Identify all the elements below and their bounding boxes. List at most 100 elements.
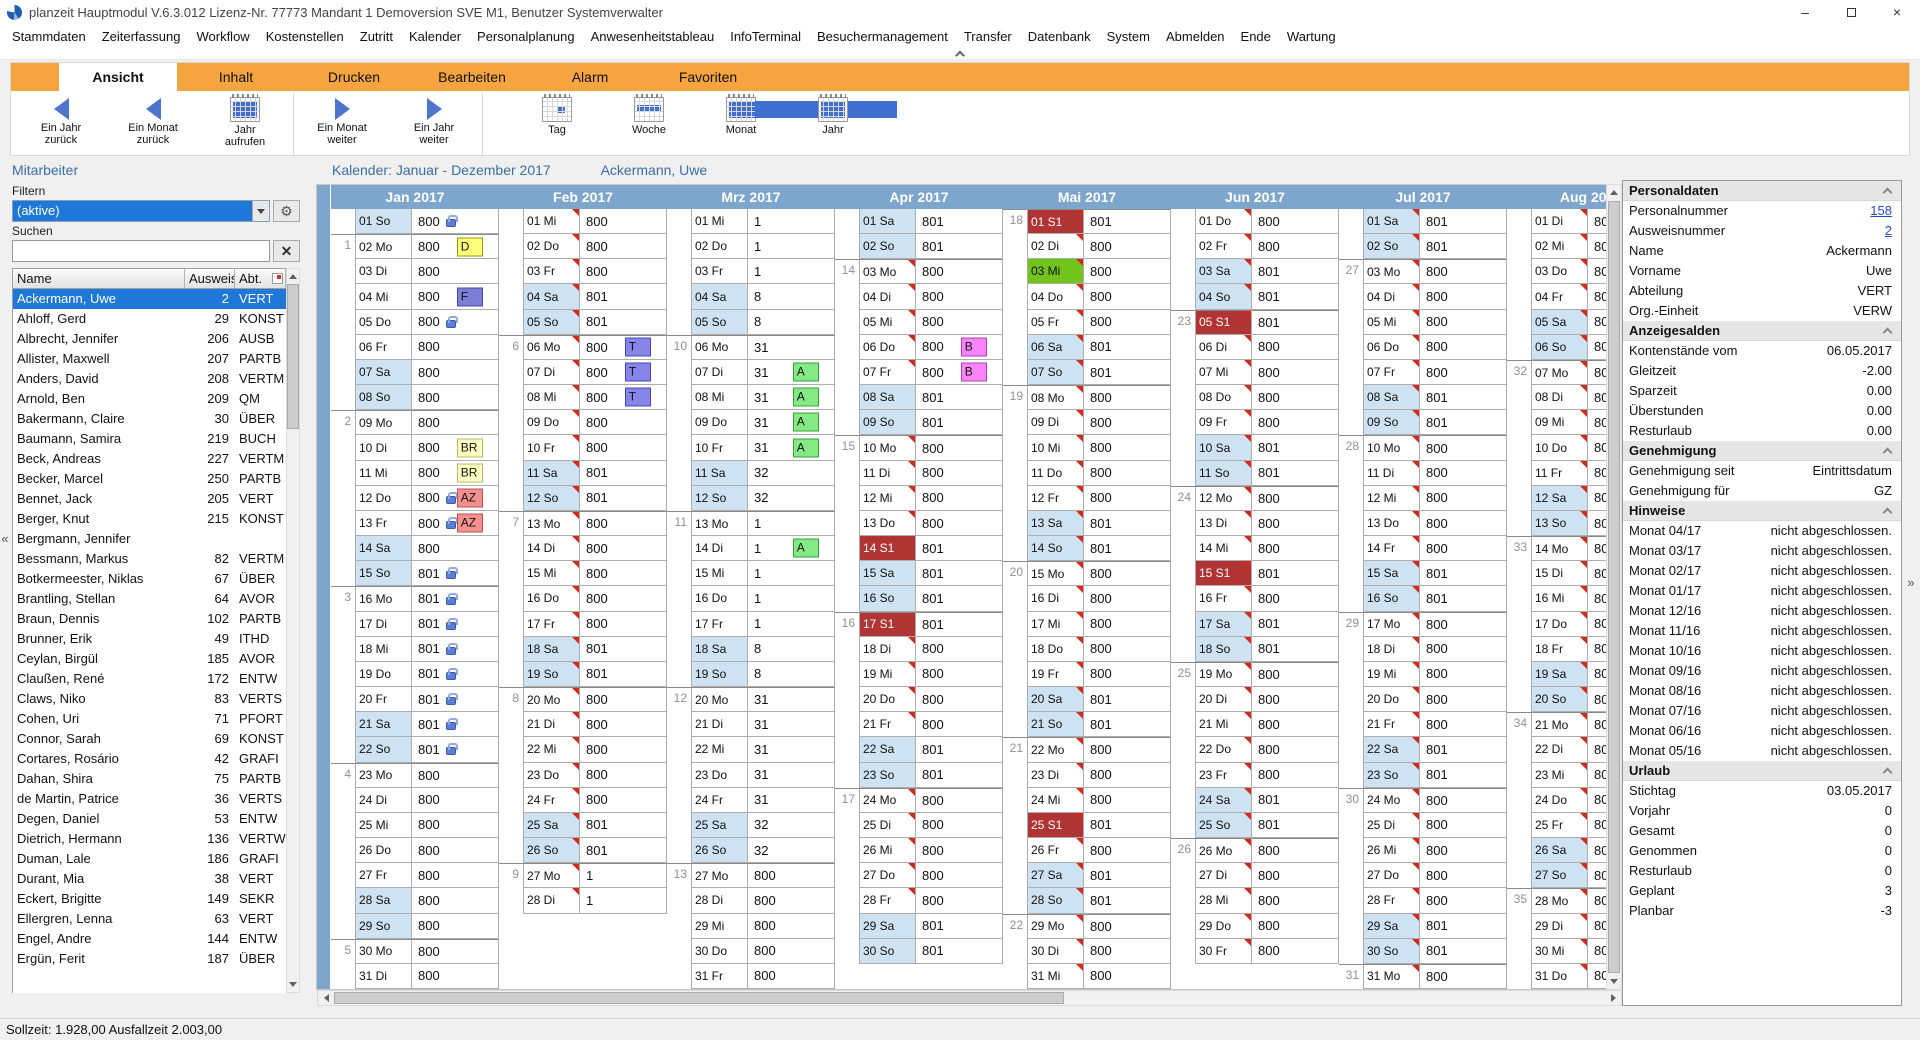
calendar-day-cell[interactable]: 06 Di [1195,335,1252,360]
calendar-day-cell[interactable]: 17 Do [1531,612,1588,637]
calendar-value-cell[interactable]: 800 [916,435,1003,460]
calendar-day-cell[interactable]: 08 Mi [691,385,748,410]
employee-row[interactable]: Becker, Marcel250PARTB [13,469,286,489]
calendar-value-cell[interactable]: 800 [1588,763,1606,788]
calendar-value-cell[interactable]: 1 [748,586,835,611]
calendar-day-cell[interactable]: 29 Sa [1363,914,1420,939]
calendar-value-cell[interactable]: 800 [1252,687,1339,712]
calendar-day-cell[interactable]: 12 Fr [1027,486,1084,511]
scroll-up-button[interactable] [287,269,299,284]
calendar-value-cell[interactable]: 800 [412,863,499,888]
calendar-day-cell[interactable]: 14 So [1027,536,1084,561]
calendar-value-cell[interactable]: 800 [916,687,1003,712]
calendar-day-cell[interactable]: 09 Do [691,410,748,435]
calendar-value-cell[interactable]: 801 [916,586,1003,611]
calendar-day-cell[interactable]: 06 Do [1363,335,1420,360]
calendar-day-cell[interactable]: 23 So [859,763,916,788]
calendar-value-cell[interactable]: 801 [1588,310,1606,335]
calendar-day-cell[interactable]: 22 Mi [523,737,580,762]
calendar-day-cell[interactable]: 27 Do [1363,863,1420,888]
calendar-day-cell[interactable]: 26 Mi [859,838,916,863]
calendar-value-cell[interactable]: 801 [1588,687,1606,712]
calendar-day-cell[interactable]: 20 So [1531,687,1588,712]
calendar-day-cell[interactable]: 12 Mi [1363,486,1420,511]
calendar-day-cell[interactable]: 21 Di [523,712,580,737]
calendar-day-cell[interactable]: 04 Mi [355,284,412,309]
calendar-day-cell[interactable]: 02 Do [523,234,580,259]
calendar-value-cell[interactable]: 801 [916,209,1003,234]
calendar-day-cell[interactable]: 08 Mi [523,385,580,410]
calendar-day-cell[interactable]: 08 Sa [1363,385,1420,410]
calendar-value-cell[interactable]: 801 [916,536,1003,561]
tab-drucken[interactable]: Drucken [295,63,413,91]
calendar-day-cell[interactable]: 16 Do [523,586,580,611]
calendar-day-cell[interactable]: 16 Do [691,586,748,611]
employee-row[interactable]: Beck, Andreas227VERTM [13,449,286,469]
calendar-value-cell[interactable]: 801 [1420,385,1507,410]
calendar-day-cell[interactable]: 12 Do [355,486,412,511]
calendar-value-cell[interactable]: 801 [916,612,1003,637]
calendar-value-cell[interactable]: 800 [1588,712,1606,737]
calendar-day-cell[interactable]: 19 Do [355,662,412,687]
calendar-value-cell[interactable]: 800B [916,360,1003,385]
column-header-ausweis[interactable]: Ausweis [185,269,235,288]
calendar-value-cell[interactable]: 801 [1420,939,1507,964]
calendar-value-cell[interactable]: 800 [1588,360,1606,385]
calendar-day-cell[interactable]: 30 So [1363,939,1420,964]
calendar-value-cell[interactable]: 800 [1588,737,1606,762]
calendar-value-cell[interactable]: 1 [580,888,667,913]
toolbar-button-ein-monat-zurück[interactable]: Ein Monat zurück [107,93,199,155]
calendar-day-cell[interactable]: 09 Do [523,410,580,435]
calendar-day-cell[interactable]: 26 Fr [1027,838,1084,863]
calendar-day-cell[interactable]: 01 Do [1195,209,1252,234]
calendar-value-cell[interactable]: 800 [748,914,835,939]
calendar-value-cell[interactable]: 800 [580,410,667,435]
calendar-day-cell[interactable]: 08 So [355,385,412,410]
calendar-value-cell[interactable]: 801 [1252,461,1339,486]
calendar-value-cell[interactable]: 800 [1588,813,1606,838]
calendar-day-cell[interactable]: 21 Fr [1363,712,1420,737]
column-header-abt[interactable]: Abt. [235,269,286,288]
calendar-day-cell[interactable]: 26 Mo [1195,838,1252,863]
employee-row[interactable]: Ellergren, Lenna63VERT [13,909,286,929]
calendar-value-cell[interactable]: 801 [1588,486,1606,511]
calendar-value-cell[interactable]: 800 [916,813,1003,838]
employee-row[interactable]: Dietrich, Hermann136VERTW [13,829,286,849]
calendar-day-cell[interactable]: 14 Mi [1195,536,1252,561]
calendar-value-cell[interactable]: 801 [412,612,499,637]
menu-item-datenbank[interactable]: Datenbank [1020,26,1099,47]
calendar-day-cell[interactable]: 24 Sa [1195,788,1252,813]
calendar-day-cell[interactable]: 08 Di [1531,385,1588,410]
calendar-value-cell[interactable]: 800 [1588,637,1606,662]
calendar-day-cell[interactable]: 24 Fr [691,788,748,813]
calendar-day-cell[interactable]: 12 So [691,486,748,511]
calendar-value-cell[interactable]: 800 [1588,284,1606,309]
employee-row[interactable]: Dahan, Shira75PARTB [13,769,286,789]
calendar-value-cell[interactable]: 1 [748,209,835,234]
calendar-value-cell[interactable]: 800 [412,335,499,360]
calendar-value-cell[interactable]: 800 [580,612,667,637]
calendar-value-cell[interactable]: 801 [1420,234,1507,259]
menu-item-infoterminal[interactable]: InfoTerminal [722,26,809,47]
menu-item-workflow[interactable]: Workflow [188,26,257,47]
calendar-value-cell[interactable]: 800 [1084,788,1171,813]
employee-row[interactable]: Duman, Lale186GRAFI [13,849,286,869]
calendar-day-cell[interactable]: 01 Mi [523,209,580,234]
calendar-value-cell[interactable]: 800 [916,637,1003,662]
calendar-value-cell[interactable]: 800 [1420,788,1507,813]
calendar-day-cell[interactable]: 27 So [1531,863,1588,888]
calendar-day-cell[interactable]: 17 Sa [1195,612,1252,637]
calendar-value-cell[interactable]: 800 [1420,360,1507,385]
calendar-value-cell[interactable]: 800 [1420,964,1507,989]
calendar-day-cell[interactable]: 05 Fr [1027,310,1084,335]
calendar-day-cell[interactable]: 25 Di [1363,813,1420,838]
calendar-value-cell[interactable]: 800 [1084,662,1171,687]
calendar-day-cell[interactable]: 30 Mo [355,939,412,964]
toolbar-button-ein-jahr-zurück[interactable]: Ein Jahr zurück [15,93,107,155]
calendar-value-cell[interactable]: 801 [412,687,499,712]
calendar-value-cell[interactable]: 801 [916,234,1003,259]
calendar-day-cell[interactable]: 28 Fr [1363,888,1420,913]
calendar-day-cell[interactable]: 25 S1 [1027,813,1084,838]
calendar-value-cell[interactable]: 800 [412,939,499,964]
menu-item-system[interactable]: System [1099,26,1158,47]
